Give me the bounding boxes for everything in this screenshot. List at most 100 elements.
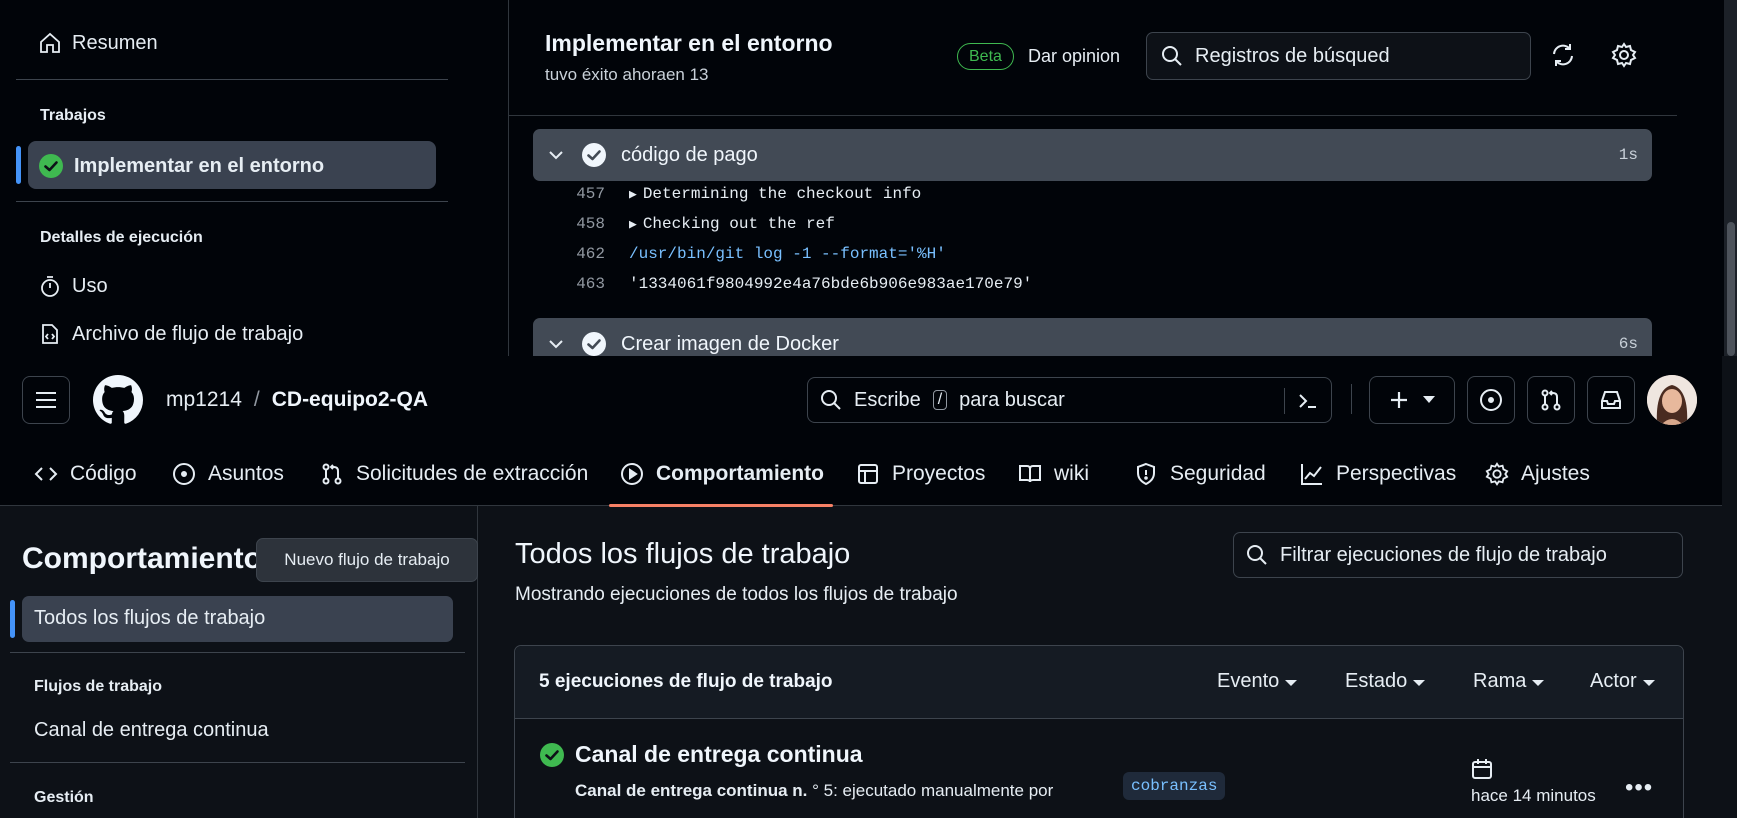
tab-security[interactable]: Seguridad	[1134, 456, 1266, 492]
gear-icon	[1485, 462, 1509, 486]
sidebar-item-label[interactable]: Todos los flujos de trabajo	[34, 607, 265, 630]
step-label: Crear imagen de Docker	[621, 332, 839, 355]
log-line[interactable]: 457 ▶ Determining the checkout info	[560, 185, 921, 204]
gear-icon[interactable]	[1611, 42, 1637, 68]
branch-label[interactable]: cobranzas	[1123, 772, 1226, 800]
job-status-text: tuvo éxito ahoraen 13	[545, 65, 709, 84]
tab-wiki[interactable]: wiki	[1018, 456, 1089, 492]
filter-runs-field[interactable]	[1233, 532, 1683, 578]
page-title: Todos los flujos de trabajo	[515, 538, 851, 570]
tab-pull-requests[interactable]: Solicitudes de extracción	[320, 456, 588, 492]
line-number: 458	[576, 215, 605, 233]
tab-label: wiki	[1054, 462, 1089, 485]
tab-projects[interactable]: Proyectos	[856, 456, 985, 492]
active-tab-underline	[609, 504, 833, 507]
repo-link[interactable]: CD-equipo2-QA	[272, 388, 428, 412]
file-code-icon	[38, 322, 62, 346]
step-label: código de pago	[621, 143, 758, 166]
active-indicator	[10, 600, 15, 638]
tab-label: Comportamiento	[656, 462, 824, 485]
run-details-heading: Detalles de ejecución	[40, 229, 203, 246]
breadcrumb: mp1214 / CD-equipo2-QA	[166, 388, 428, 412]
actions-sidebar: Comportamiento Nuevo flujo de trabajo To…	[0, 506, 478, 818]
triangle-down-icon	[1413, 679, 1426, 686]
issues-button[interactable]	[1467, 376, 1515, 424]
scrollbar[interactable]	[1722, 356, 1737, 818]
sidebar-item-usage[interactable]: Uso	[38, 274, 108, 298]
filter-runs-input[interactable]	[1280, 543, 1670, 567]
shield-icon	[1134, 462, 1158, 486]
create-new-button[interactable]	[1369, 376, 1455, 424]
triangle-down-icon	[1642, 679, 1655, 686]
tab-issues[interactable]: Asuntos	[172, 456, 284, 492]
graph-icon	[1300, 462, 1324, 486]
step-docker-build[interactable]: Crear imagen de Docker 6s	[533, 318, 1652, 356]
feedback-link[interactable]: Dar opinion	[1028, 46, 1120, 67]
search-suffix: para buscar	[959, 388, 1065, 411]
filter-branch-dropdown[interactable]: Rama	[1473, 670, 1545, 693]
tab-label: Perspectivas	[1336, 462, 1457, 485]
sidebar-item-label: Uso	[72, 274, 108, 297]
tab-settings[interactable]: Ajustes	[1485, 456, 1590, 492]
divider	[10, 652, 465, 653]
active-indicator	[16, 146, 21, 184]
avatar[interactable]	[1647, 375, 1697, 425]
triangle-down-icon	[1532, 679, 1545, 686]
log-line: 463 '1334061f9804992e4a76bde6b906e983ae1…	[560, 275, 1032, 293]
page-subtitle: Mostrando ejecuciones de todos los flujo…	[515, 584, 958, 605]
chevron-down-icon	[547, 335, 565, 353]
inbox-button[interactable]	[1587, 376, 1635, 424]
refresh-icon[interactable]	[1550, 42, 1576, 68]
sidebar-item-workflow-file[interactable]: Archivo de flujo de trabajo	[38, 322, 303, 346]
tab-label: Solicitudes de extracción	[356, 462, 589, 485]
owner-link[interactable]: mp1214	[166, 388, 242, 412]
job-log-window: Resumen Trabajos Implementar en el entor…	[0, 0, 1737, 356]
chevron-down-icon	[547, 146, 565, 164]
triangle-down-icon	[1285, 679, 1298, 686]
github-logo-icon[interactable]	[93, 375, 143, 425]
run-title-link[interactable]: Canal de entrega continua	[575, 741, 863, 768]
search-icon	[820, 389, 842, 411]
triangle-down-icon	[1423, 396, 1435, 404]
step-checkout[interactable]: código de pago 1s	[533, 129, 1652, 181]
filter-actor-dropdown[interactable]: Actor	[1590, 670, 1655, 693]
log-search-input[interactable]	[1195, 44, 1495, 68]
inbox-icon	[1599, 388, 1623, 412]
home-icon	[38, 31, 62, 55]
dropdown-label: Evento	[1217, 670, 1280, 692]
filter-status-dropdown[interactable]: Estado	[1345, 670, 1426, 693]
log-command: /usr/bin/git log -1 --format='%H'	[629, 245, 946, 263]
beta-badge: Beta	[957, 43, 1014, 70]
sidebar-item-deploy-job[interactable]: Implementar en el entorno	[38, 153, 324, 179]
new-workflow-button[interactable]: Nuevo flujo de trabajo	[256, 538, 478, 582]
runs-list-header: 5 ejecuciones de flujo de trabajo Evento…	[515, 646, 1683, 719]
divider	[1351, 384, 1352, 414]
tab-insights[interactable]: Perspectivas	[1300, 456, 1456, 492]
pull-requests-button[interactable]	[1527, 376, 1575, 424]
global-search[interactable]: Escribe / para buscar	[807, 377, 1332, 423]
sidebar-item-summary[interactable]: Resumen	[38, 31, 158, 55]
dropdown-label: Estado	[1345, 670, 1408, 692]
git-pull-request-icon	[320, 462, 344, 486]
run-trigger-text: ° 5: ejecutado manualmente por	[807, 781, 1054, 800]
kebab-horizontal-icon[interactable]: •••	[1625, 774, 1653, 802]
check-circle-fill-icon	[539, 742, 565, 768]
command-palette-icon[interactable]	[1296, 389, 1320, 413]
tab-code[interactable]: Código	[34, 456, 137, 492]
scrollbar-thumb[interactable]	[1727, 222, 1735, 356]
tab-label: Código	[70, 462, 137, 485]
check-circle-icon	[581, 142, 607, 168]
log-search-field[interactable]	[1146, 32, 1531, 80]
tab-label: Ajustes	[1521, 462, 1590, 485]
filter-event-dropdown[interactable]: Evento	[1217, 670, 1298, 693]
sidebar-item-workflow[interactable]: Canal de entrega continua	[34, 719, 269, 742]
tab-actions[interactable]: Comportamiento	[620, 456, 824, 492]
log-line[interactable]: 458 ▶ Checking out the ref	[560, 215, 835, 234]
triangle-right-icon[interactable]: ▶	[629, 215, 637, 234]
menu-button[interactable]	[22, 376, 70, 424]
job-sidebar: Resumen Trabajos Implementar en el entor…	[0, 0, 509, 356]
triangle-right-icon[interactable]: ▶	[629, 185, 637, 204]
job-title: Implementar en el entorno	[545, 30, 833, 56]
sidebar-item-label: Implementar en el entorno	[74, 154, 325, 177]
breadcrumb-separator: /	[253, 388, 260, 411]
